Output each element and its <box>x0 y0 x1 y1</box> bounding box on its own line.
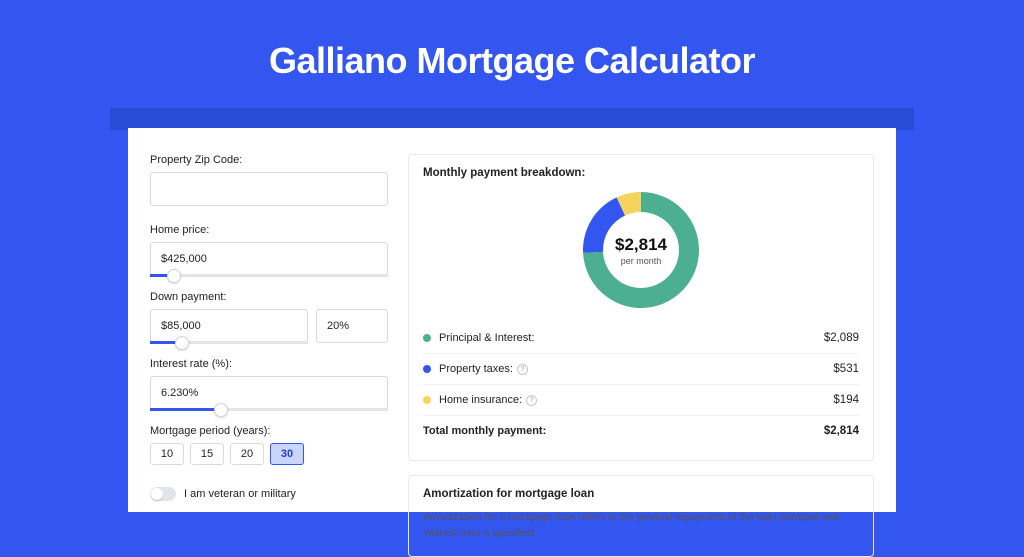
veteran-toggle[interactable] <box>150 487 176 501</box>
zip-label: Property Zip Code: <box>150 154 388 166</box>
interest-rate-field: Interest rate (%): <box>150 358 388 411</box>
interest-rate-slider[interactable] <box>150 408 388 411</box>
zip-field: Property Zip Code: <box>150 154 388 206</box>
legend-dot <box>423 334 431 342</box>
donut-center-amount: $2,814 <box>615 235 668 254</box>
veteran-toggle-knob <box>151 488 163 500</box>
calculator-card: Property Zip Code: Home price: Down paym… <box>128 128 896 512</box>
legend-row: Home insurance:?$194 <box>423 384 859 415</box>
legend-label: Home insurance:? <box>439 394 833 406</box>
period-field: Mortgage period (years): 10 15 20 30 <box>150 425 388 465</box>
page-title: Galliano Mortgage Calculator <box>0 40 1024 82</box>
donut-center-sub: per month <box>621 256 662 266</box>
info-icon[interactable]: ? <box>526 395 537 406</box>
page-header: Galliano Mortgage Calculator <box>0 0 1024 82</box>
period-label: Mortgage period (years): <box>150 425 388 437</box>
total-value: $2,814 <box>824 425 859 437</box>
legend-label: Property taxes:? <box>439 363 833 375</box>
donut-chart: $2,814 per month <box>423 183 859 323</box>
veteran-row: I am veteran or military <box>150 487 388 501</box>
header-band <box>110 108 914 130</box>
interest-rate-input[interactable] <box>150 376 388 410</box>
interest-rate-slider-thumb[interactable] <box>214 403 228 417</box>
period-option-30[interactable]: 30 <box>270 443 304 465</box>
results-column: Monthly payment breakdown: $2,814 per mon… <box>408 154 874 512</box>
legend-dot <box>423 396 431 404</box>
veteran-label: I am veteran or military <box>184 488 296 500</box>
legend: Principal & Interest:$2,089Property taxe… <box>423 323 859 415</box>
total-label: Total monthly payment: <box>423 425 824 437</box>
down-payment-field: Down payment: <box>150 291 388 344</box>
legend-dot <box>423 365 431 373</box>
period-option-15[interactable]: 15 <box>190 443 224 465</box>
zip-input[interactable] <box>150 172 388 206</box>
period-options: 10 15 20 30 <box>150 443 388 465</box>
legend-total-row: Total monthly payment: $2,814 <box>423 415 859 446</box>
breakdown-panel: Monthly payment breakdown: $2,814 per mon… <box>408 154 874 461</box>
down-percent-input[interactable] <box>316 309 388 343</box>
legend-row: Property taxes:?$531 <box>423 353 859 384</box>
donut-svg: $2,814 per month <box>578 187 704 313</box>
down-amount-input[interactable] <box>150 309 308 343</box>
form-column: Property Zip Code: Home price: Down paym… <box>150 154 388 512</box>
down-payment-slider[interactable] <box>150 341 308 344</box>
legend-value: $194 <box>833 394 859 406</box>
home-price-slider-thumb[interactable] <box>167 269 181 283</box>
home-price-slider[interactable] <box>150 274 388 277</box>
amortization-title: Amortization for mortgage loan <box>423 488 859 500</box>
info-icon[interactable]: ? <box>517 364 528 375</box>
home-price-label: Home price: <box>150 224 388 236</box>
legend-label: Principal & Interest: <box>439 332 824 344</box>
breakdown-title: Monthly payment breakdown: <box>423 167 859 179</box>
down-payment-label: Down payment: <box>150 291 388 303</box>
interest-rate-label: Interest rate (%): <box>150 358 388 370</box>
legend-value: $531 <box>833 363 859 375</box>
down-payment-slider-thumb[interactable] <box>175 336 189 350</box>
home-price-input[interactable] <box>150 242 388 276</box>
period-option-10[interactable]: 10 <box>150 443 184 465</box>
period-option-20[interactable]: 20 <box>230 443 264 465</box>
legend-value: $2,089 <box>824 332 859 344</box>
amortization-panel: Amortization for mortgage loan Amortizat… <box>408 475 874 557</box>
legend-row: Principal & Interest:$2,089 <box>423 323 859 353</box>
interest-rate-slider-fill <box>150 408 221 411</box>
home-price-field: Home price: <box>150 224 388 277</box>
amortization-text: Amortization for a mortgage loan refers … <box>423 510 859 542</box>
